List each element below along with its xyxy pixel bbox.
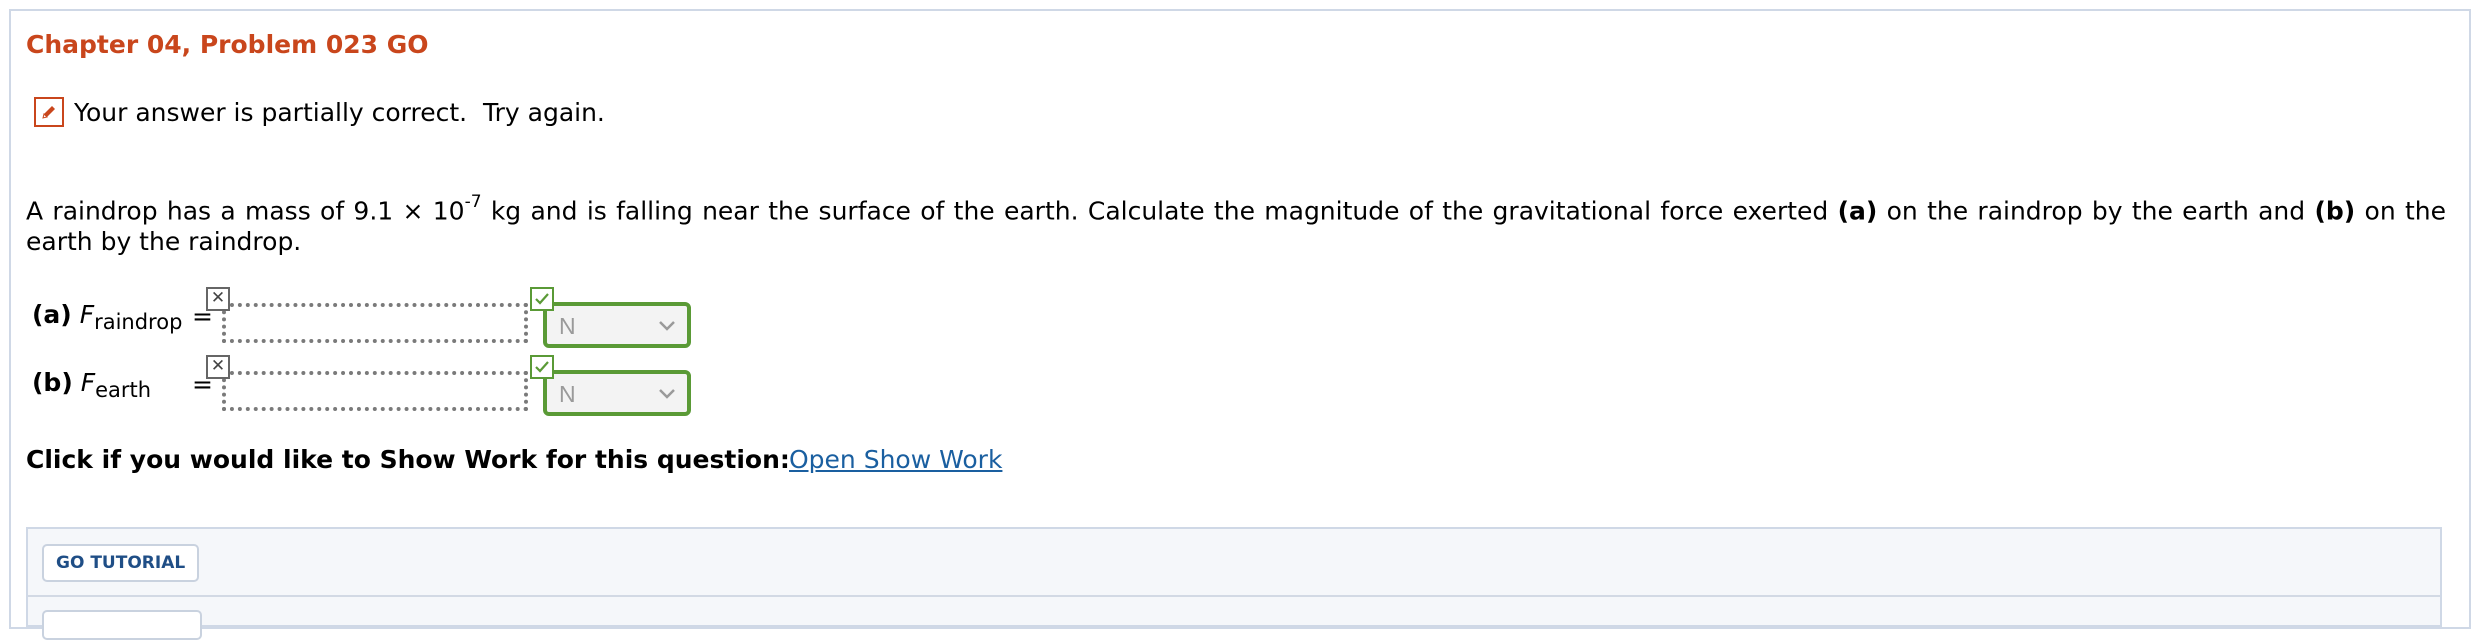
part-a-unit-select[interactable]: N [543, 302, 691, 348]
question-text-part: A raindrop has a mass of 9.1 × 10 [26, 196, 465, 226]
part-b-label: (b) Fearth [32, 368, 151, 402]
panel-button[interactable] [42, 610, 202, 640]
problem-title: Chapter 04, Problem 023 GO [26, 30, 429, 59]
tutorial-panel: GO TUTORIAL [26, 527, 2442, 640]
open-show-work-link[interactable]: Open Show Work [789, 445, 1002, 474]
part-a-symbol: F [79, 300, 95, 329]
part-a-answer-input[interactable] [222, 303, 528, 343]
part-a-subscript: raindrop [94, 310, 183, 334]
correct-check-icon [530, 287, 554, 311]
part-a-label: (a) Fraindrop [32, 300, 182, 334]
part-b-tag: (b) [32, 368, 73, 397]
part-b-symbol: F [80, 368, 96, 397]
show-work-label: Click if you would like to Show Work for… [26, 445, 790, 474]
question-exponent: -7 [464, 192, 482, 212]
question-part-b-label: (b) [2314, 196, 2356, 226]
pencil-icon [34, 97, 64, 127]
go-tutorial-button[interactable]: GO TUTORIAL [42, 544, 200, 582]
part-b-unit-value: N [559, 381, 576, 407]
part-b-answer-input[interactable] [222, 371, 528, 411]
question-text-part: kg and is falling near the surface of th… [481, 196, 1838, 226]
question-text-part: on the raindrop by the earth and [1877, 196, 2315, 226]
incorrect-x-icon: ✕ [206, 355, 230, 379]
chevron-down-icon [659, 321, 675, 331]
panel-divider [28, 595, 2440, 597]
part-a-tag: (a) [32, 300, 72, 329]
question-text: A raindrop has a mass of 9.1 × 10-7 kg a… [26, 190, 2446, 257]
correct-check-icon [530, 355, 554, 379]
question-part-a-label: (a) [1837, 196, 1878, 226]
incorrect-x-icon: ✕ [206, 287, 230, 311]
chevron-down-icon [659, 389, 675, 399]
part-b-subscript: earth [95, 378, 152, 402]
part-a-unit-value: N [559, 313, 576, 339]
status-message: Your answer is partially correct. Try ag… [74, 98, 605, 127]
part-b-unit-select[interactable]: N [543, 370, 691, 416]
